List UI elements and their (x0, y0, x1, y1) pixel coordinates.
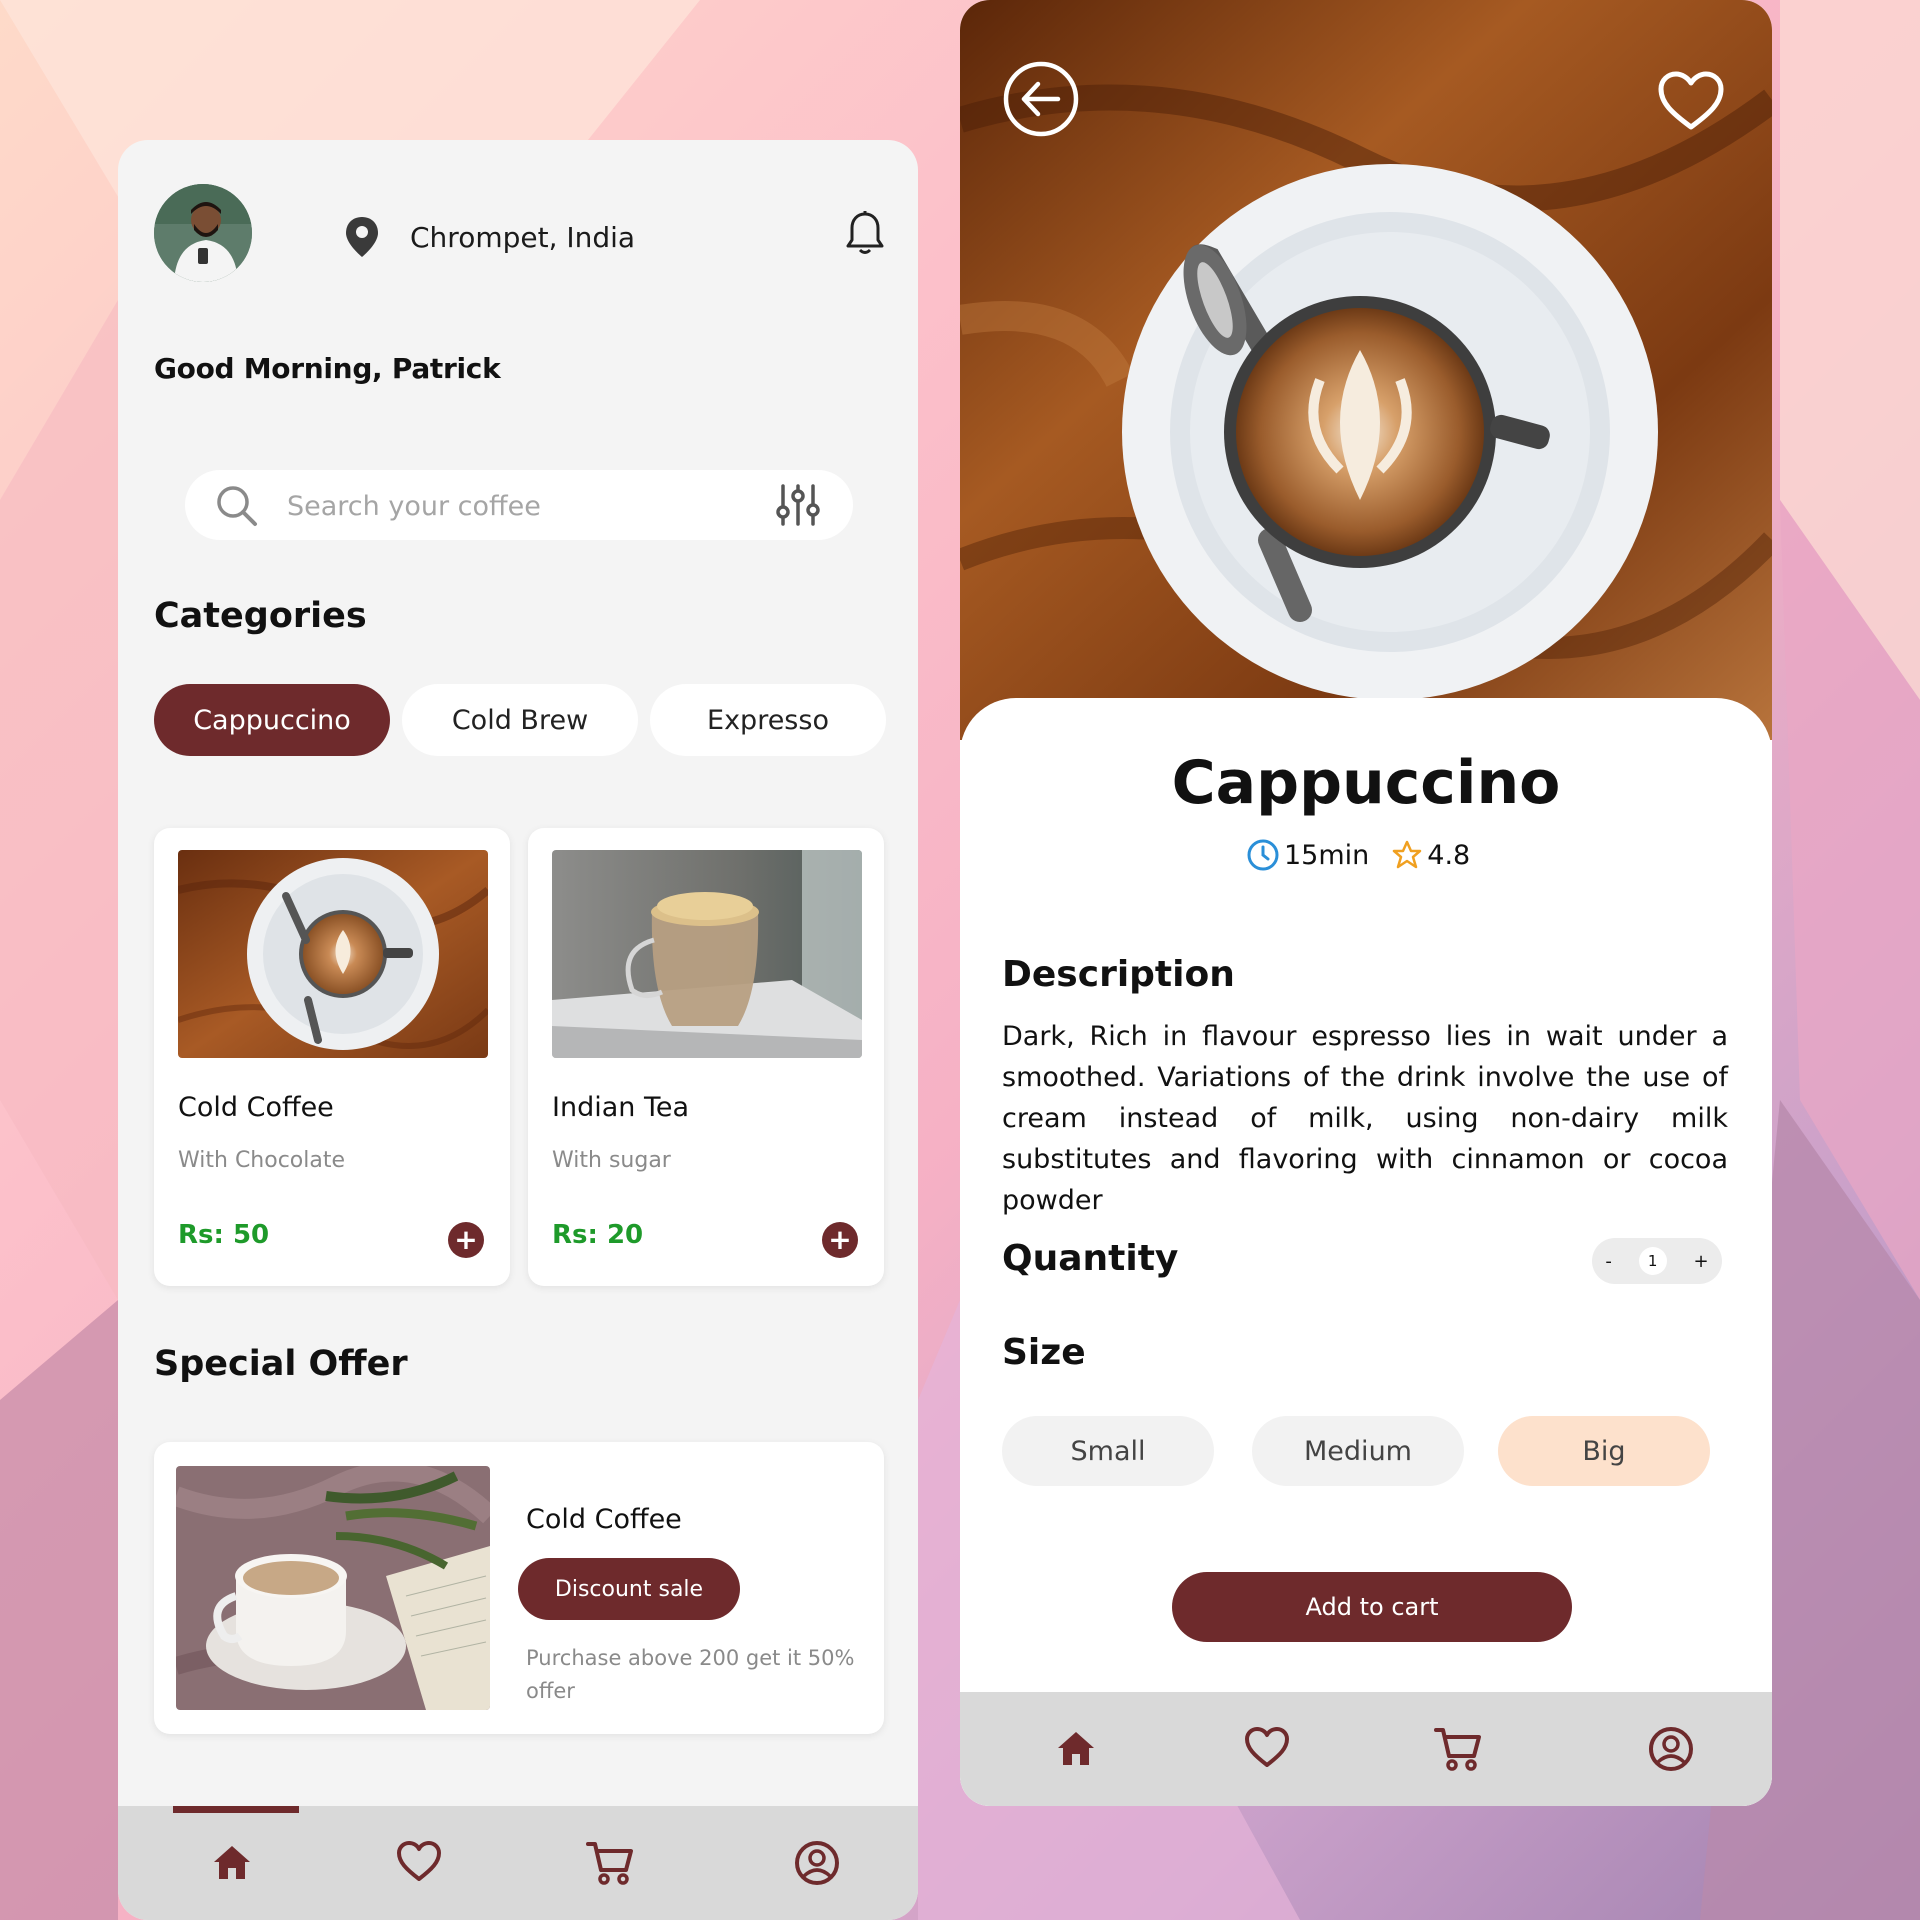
clock-icon (1247, 839, 1279, 871)
bell-icon[interactable] (845, 210, 885, 260)
size-big[interactable]: Big (1498, 1416, 1710, 1486)
heart-icon (1658, 71, 1724, 130)
back-arrow-icon (1003, 61, 1079, 137)
search-icon (217, 486, 257, 526)
quantity-title: Quantity (1002, 1238, 1179, 1279)
favorite-button[interactable] (1656, 70, 1726, 136)
decrement-button[interactable]: - (1605, 1251, 1612, 1272)
home-screen: Chrompet, India Good Morning, Patrick Ca… (118, 140, 918, 1920)
nav-profile[interactable] (1648, 1726, 1694, 1772)
home-icon (214, 1846, 250, 1879)
category-chips: Cappuccino Cold Brew Expresso (154, 684, 886, 756)
special-offer-title: Special Offer (154, 1344, 408, 1384)
product-image-tea (552, 850, 862, 1058)
search-bar (185, 470, 853, 542)
nav-home[interactable] (1056, 1728, 1096, 1768)
profile-icon (795, 1841, 839, 1885)
product-hero-image (960, 0, 1772, 740)
offer-description: Purchase above 200 get it 50% offer (526, 1646, 855, 1703)
location-pin-icon (346, 217, 378, 257)
add-to-cart-button[interactable]: + (822, 1222, 858, 1258)
heart-icon (1245, 1727, 1289, 1767)
product-subtitle: With sugar (552, 1148, 671, 1173)
search-input[interactable] (285, 470, 729, 542)
greeting: Good Morning, Patrick (154, 352, 501, 385)
plus-icon: + (828, 1223, 852, 1256)
location-label: Chrompet, India (410, 220, 636, 254)
increment-button[interactable]: + (1693, 1251, 1708, 1272)
product-price: Rs: 50 (178, 1220, 270, 1250)
quantity-value: 1 (1638, 1247, 1667, 1275)
active-tab-indicator (173, 1806, 299, 1813)
special-offer-card[interactable]: Cold Coffee Discount sale Purchase above… (154, 1442, 884, 1734)
size-options: Small Medium Big (1002, 1416, 1710, 1486)
product-subtitle: With Chocolate (178, 1148, 346, 1173)
star-icon (1393, 840, 1422, 869)
nav-cart[interactable] (1434, 1726, 1482, 1772)
product-card[interactable]: Indian Tea With sugar Rs: 20 + (528, 828, 884, 1286)
back-button[interactable] (1002, 60, 1080, 142)
location[interactable]: Chrompet, India (344, 216, 635, 258)
nav-favorites[interactable] (1244, 1726, 1290, 1768)
add-to-cart-button[interactable]: Add to cart (1172, 1572, 1572, 1642)
offer-name: Cold Coffee (526, 1504, 682, 1535)
quantity-stepper: - 1 + (1592, 1238, 1722, 1284)
nav-home[interactable] (212, 1842, 252, 1882)
categories-title: Categories (154, 596, 367, 636)
plus-icon: + (454, 1223, 478, 1256)
nav-profile[interactable] (794, 1840, 840, 1886)
product-detail-sheet: Cappuccino 15min 4.8 Description Dark, R… (960, 698, 1772, 1806)
product-name: Cold Coffee (178, 1092, 334, 1123)
bottom-nav (960, 1692, 1772, 1806)
rating: 4.8 (1427, 839, 1471, 871)
prep-time: 15min (1284, 839, 1370, 871)
home-icon (1058, 1732, 1094, 1765)
size-small[interactable]: Small (1002, 1416, 1214, 1486)
profile-icon (1649, 1727, 1693, 1771)
product-price: Rs: 20 (552, 1220, 644, 1250)
filter-icon[interactable] (775, 482, 821, 528)
product-card[interactable]: Cold Coffee With Chocolate Rs: 50 + (154, 828, 510, 1286)
product-meta: 15min 4.8 (1246, 838, 1470, 872)
cart-icon (586, 1842, 633, 1885)
chip-cappuccino[interactable]: Cappuccino (154, 684, 390, 756)
nav-cart[interactable] (586, 1840, 634, 1886)
add-to-cart-button[interactable]: + (448, 1222, 484, 1258)
discount-sale-button[interactable]: Discount sale (518, 1558, 740, 1620)
bottom-nav (118, 1806, 918, 1920)
size-medium[interactable]: Medium (1252, 1416, 1464, 1486)
chip-expresso[interactable]: Expresso (650, 684, 886, 756)
product-image-cappuccino (178, 850, 488, 1058)
avatar[interactable] (154, 184, 252, 282)
description-text: Dark, Rich in flavour espresso lies in w… (1002, 1021, 1728, 1216)
chip-cold-brew[interactable]: Cold Brew (402, 684, 638, 756)
detail-screen: Cappuccino 15min 4.8 Description Dark, R… (960, 0, 1772, 1806)
size-title: Size (1002, 1332, 1086, 1373)
offer-image (176, 1466, 490, 1710)
product-name: Indian Tea (552, 1092, 690, 1123)
cart-icon (1434, 1728, 1481, 1771)
product-title: Cappuccino (1171, 748, 1561, 818)
description-title: Description (1002, 954, 1235, 995)
heart-icon (397, 1841, 441, 1881)
nav-favorites[interactable] (396, 1840, 442, 1882)
